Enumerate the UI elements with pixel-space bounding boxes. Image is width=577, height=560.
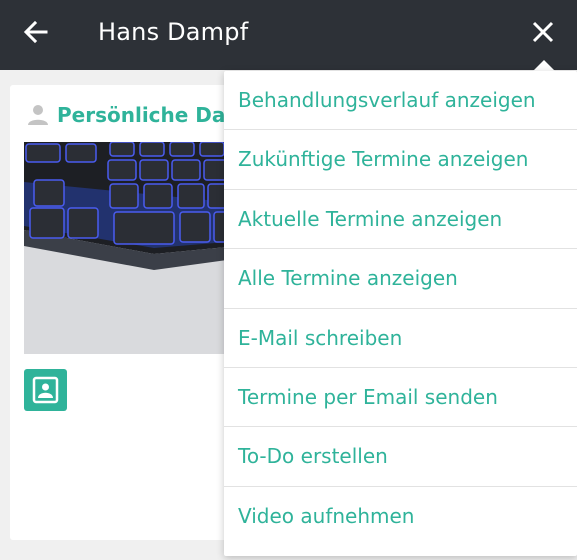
app-bar: Hans Dampf bbox=[0, 0, 577, 70]
menu-item-aktuelle-termine[interactable]: Aktuelle Termine anzeigen bbox=[224, 190, 577, 250]
person-icon bbox=[27, 104, 49, 126]
contact-card-button[interactable] bbox=[24, 369, 67, 411]
menu-item-todo-erstellen[interactable]: To-Do erstellen bbox=[224, 427, 577, 487]
close-icon bbox=[532, 21, 554, 43]
contact-card-icon bbox=[32, 376, 59, 404]
menu-item-alle-termine[interactable]: Alle Termine anzeigen bbox=[224, 249, 577, 309]
back-button[interactable] bbox=[20, 16, 52, 48]
menu-item-termine-per-email[interactable]: Termine per Email senden bbox=[224, 368, 577, 428]
menu-item-behandlungsverlauf[interactable]: Behandlungsverlauf anzeigen bbox=[224, 71, 577, 131]
menu-item-email-schreiben[interactable]: E-Mail schreiben bbox=[224, 309, 577, 368]
actions-menu: Behandlungsverlauf anzeigen Zukünftige T… bbox=[224, 71, 577, 556]
profile-photo bbox=[24, 142, 227, 354]
menu-item-zukuenftige-termine[interactable]: Zukünftige Termine anzeigen bbox=[224, 130, 577, 190]
close-button[interactable] bbox=[527, 16, 559, 48]
section-title: Persönliche Daten bbox=[57, 103, 227, 127]
menu-pointer bbox=[533, 60, 555, 71]
arrow-left-icon bbox=[23, 20, 48, 44]
menu-item-video-aufnehmen[interactable]: Video aufnehmen bbox=[224, 487, 577, 546]
page-title: Hans Dampf bbox=[98, 18, 249, 46]
